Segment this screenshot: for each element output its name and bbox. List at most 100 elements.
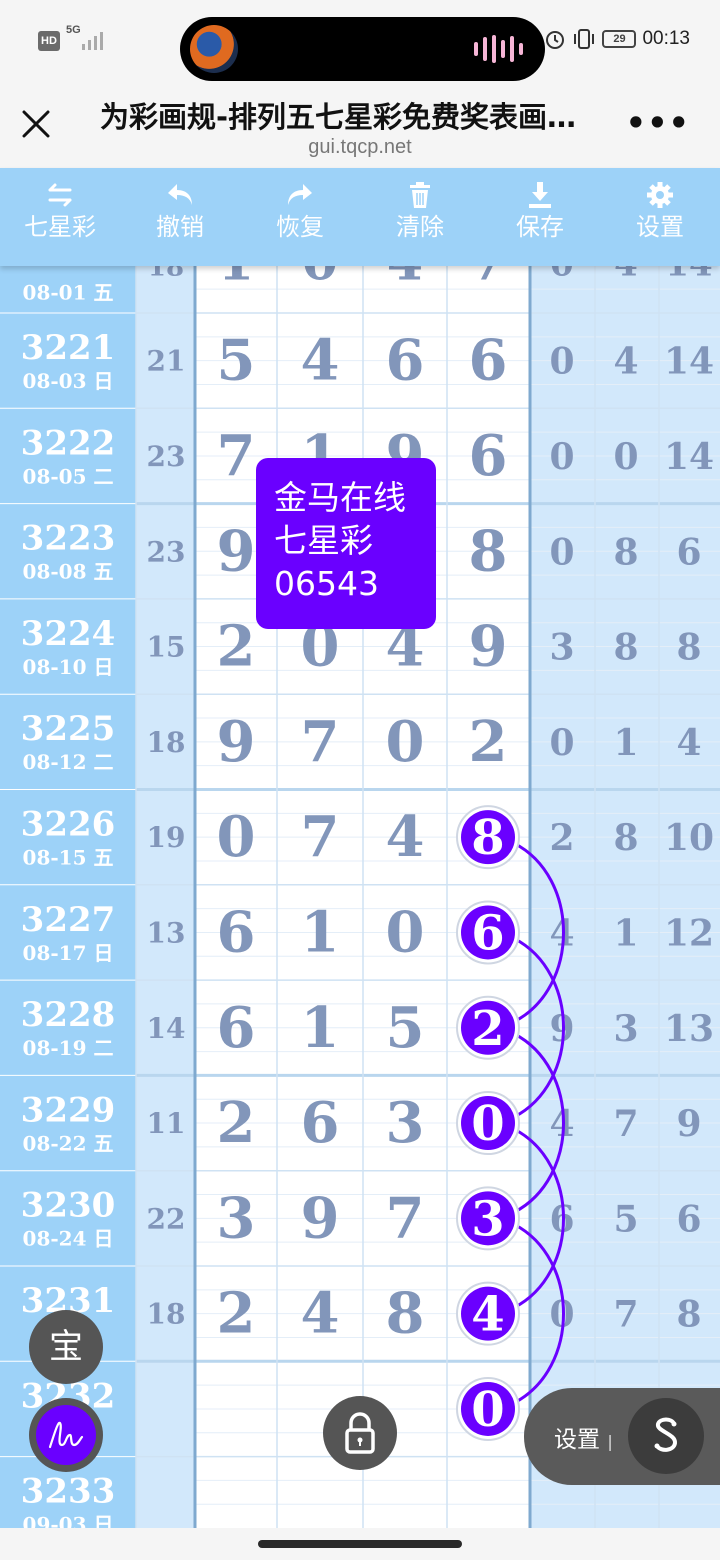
sum-value: 11 [147, 1107, 186, 1140]
span-cell: 0 [549, 436, 574, 478]
issue-date: 09-03 日 [23, 1513, 114, 1528]
issue-number: 3230 [21, 1186, 116, 1226]
sum-value: 23 [147, 440, 186, 473]
digit-cell: 2 [217, 1281, 256, 1347]
audio-wave-icon [474, 35, 523, 63]
highlighted-digit: 4 [471, 1287, 504, 1343]
dynamic-island[interactable] [180, 17, 545, 81]
alarm-icon [546, 31, 565, 49]
lottery-grid[interactable]: 08-01 五1810470414322108-03 日215466041432… [0, 266, 720, 1528]
span-cell: 5 [613, 1198, 638, 1240]
span-cell: 14 [665, 266, 712, 285]
sum-value: 22 [147, 1202, 186, 1235]
grid-canvas[interactable]: 08-01 五1810470414322108-03 日215466041432… [0, 266, 720, 1528]
digit-cell: 8 [469, 518, 508, 584]
digit-cell: 4 [387, 266, 423, 293]
settings-floating-label[interactable]: 设置 | [554, 1420, 613, 1454]
popup-number: 06543 [274, 564, 379, 603]
hd-badge: HD [38, 31, 60, 51]
highlighted-digit: 2 [471, 1001, 504, 1057]
span-cell: 10 [664, 817, 714, 859]
more-options-icon[interactable]: ••• [626, 104, 690, 142]
issue-number: 3228 [21, 995, 116, 1035]
digit-cell: 8 [386, 1281, 425, 1347]
clear-button[interactable]: 清除 [360, 180, 480, 242]
span-cell: 12 [664, 912, 714, 954]
lottery-type-label: 七星彩 [24, 213, 96, 241]
highlighted-digit: 0 [471, 1382, 504, 1438]
issue-number: 3233 [21, 1472, 116, 1512]
digit-cell: 9 [469, 614, 508, 680]
digit-cell: 7 [386, 1185, 425, 1251]
signature-icon [36, 1405, 96, 1465]
digit-cell: 7 [301, 804, 340, 870]
undo-button[interactable]: 撤销 [120, 180, 240, 242]
digit-cell: 6 [217, 899, 256, 965]
span-cell: 1 [613, 912, 638, 954]
network-type: 5G [66, 24, 81, 36]
save-button[interactable]: 保存 [480, 180, 600, 242]
span-cell: 9 [676, 1103, 701, 1145]
sum-value: 13 [147, 916, 186, 949]
span-cell: 0 [549, 531, 574, 573]
digit-cell: 0 [386, 709, 425, 775]
digit-cell: 1 [301, 899, 340, 965]
digit-cell: 5 [386, 995, 425, 1061]
issue-date: 08-24 日 [23, 1227, 114, 1251]
draw-pen-button[interactable] [29, 1398, 103, 1472]
digit-cell: 7 [301, 709, 340, 775]
issue-number: 3222 [21, 423, 116, 463]
gear-icon [647, 182, 673, 208]
issue-date: 08-15 五 [23, 846, 114, 870]
digit-cell: 4 [301, 328, 340, 394]
digit-cell: 2 [217, 614, 256, 680]
digit-cell: 7 [470, 266, 506, 293]
span-cell: 2 [549, 817, 574, 859]
issue-date: 08-12 二 [23, 750, 114, 774]
lock-button[interactable] [323, 1396, 397, 1470]
settings-floating-panel[interactable]: 设置 | [524, 1388, 720, 1485]
redo-button[interactable]: 恢复 [240, 180, 360, 242]
highlighted-digit: 0 [471, 1096, 504, 1152]
sum-value: 23 [147, 535, 186, 568]
status-bar: HD 5G 29 00:13 [0, 0, 720, 84]
span-cell: 6 [676, 1198, 701, 1240]
sum-value: 18 [147, 726, 186, 759]
popup-lottery-name: 七星彩 [274, 521, 373, 560]
settings-label: 设置 [636, 213, 684, 241]
signal-icon [82, 32, 103, 50]
clear-label: 清除 [396, 213, 444, 241]
span-cell: 1 [613, 722, 638, 764]
digit-cell: 0 [302, 266, 338, 293]
span-cell: 8 [613, 817, 638, 859]
settings-button[interactable]: 设置 [600, 180, 720, 242]
sum-value: 21 [147, 345, 186, 378]
span-cell: 0 [549, 722, 574, 764]
s-logo-button[interactable] [628, 1398, 704, 1474]
span-cell: 6 [676, 531, 701, 573]
span-cell: 0 [613, 436, 638, 478]
span-cell: 0 [549, 341, 574, 383]
trash-icon [410, 182, 430, 208]
digit-cell: 7 [217, 423, 256, 489]
span-cell: 13 [664, 1008, 714, 1050]
sum-value: 18 [148, 266, 184, 283]
digit-cell: 3 [386, 1090, 425, 1156]
home-indicator[interactable] [258, 1540, 462, 1548]
info-popup: 金马在线 七星彩 06543 [256, 458, 436, 629]
span-cell: 4 [613, 341, 638, 383]
album-art [190, 25, 238, 73]
issue-date: 08-19 二 [23, 1036, 114, 1060]
digit-cell: 9 [217, 709, 256, 775]
digit-cell: 2 [469, 709, 508, 775]
s-logo-icon [654, 1417, 677, 1452]
lottery-type-button[interactable]: 七星彩 [0, 180, 120, 242]
redo-icon [288, 184, 312, 205]
issue-number: 3227 [21, 900, 116, 940]
undo-icon [168, 184, 192, 205]
treasure-button[interactable]: 宝 [29, 1310, 103, 1384]
page-title: 为彩画规-排列五七星彩免费奖表画… [100, 100, 577, 134]
issue-date: 08-05 二 [23, 464, 114, 488]
sum-value: 14 [147, 1012, 186, 1045]
highlighted-digit: 8 [471, 810, 504, 866]
